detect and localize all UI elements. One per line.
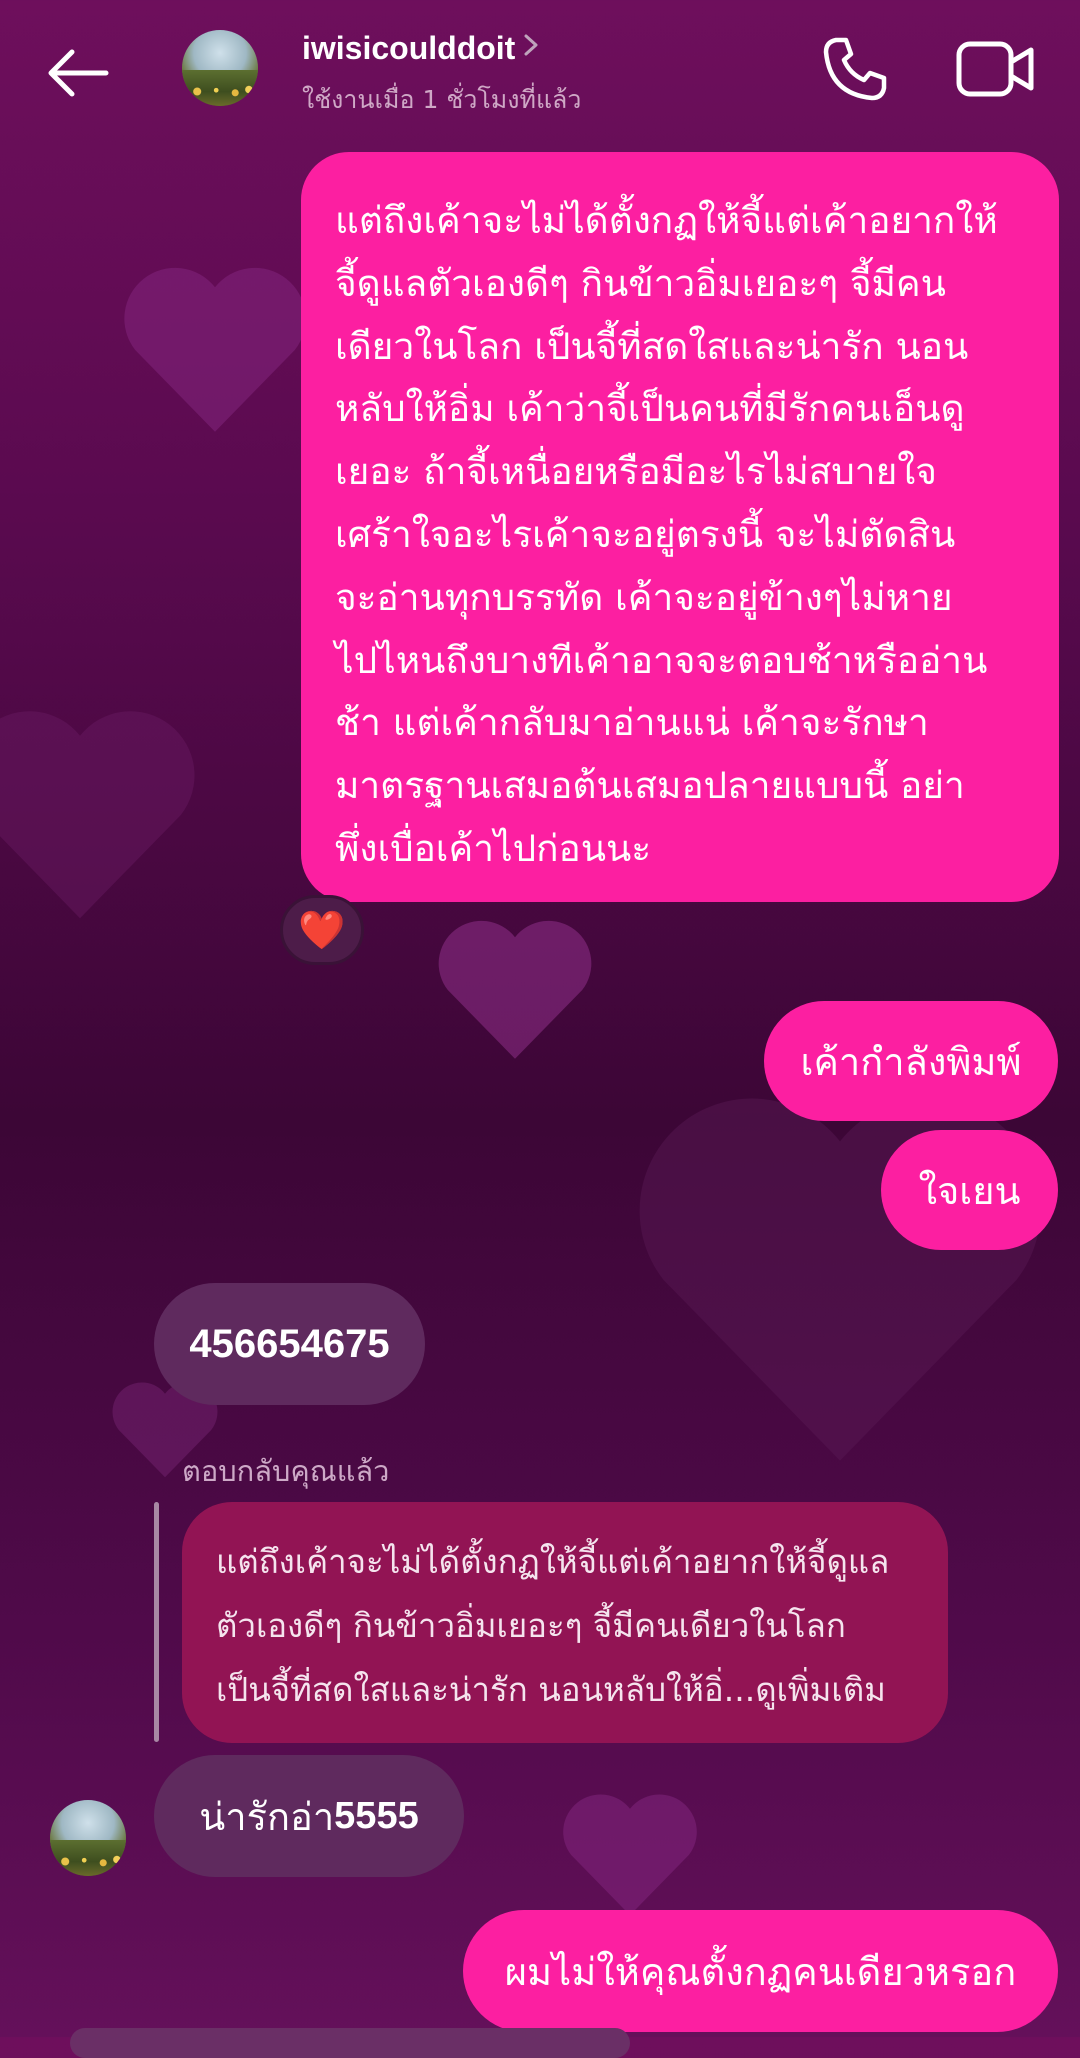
reaction-badge[interactable]: ❤️: [280, 895, 364, 965]
background-heart-icon: [124, 267, 306, 432]
quoted-message[interactable]: แต่ถึงเค้าจะไม่ได้ตั้งกฏให้จี้แต่เค้าอยา…: [182, 1502, 948, 1743]
message-bubble-received[interactable]: น่ารักอ่า 5555: [154, 1755, 464, 1877]
activity-status: ใช้งานเมื่อ 1 ชั่วโมงที่แล้ว: [302, 85, 582, 114]
message-bubble-sent[interactable]: เค้ากำลังพิมพ์: [764, 1001, 1058, 1121]
arrow-left-icon: [48, 49, 109, 97]
back-button[interactable]: [38, 38, 118, 108]
contact-avatar[interactable]: [182, 30, 258, 106]
background-heart-icon: [438, 920, 592, 1059]
background-heart-icon: [0, 711, 195, 919]
message-bubble-partial: [70, 2028, 630, 2058]
message-bubble-sent[interactable]: ใจเยน: [881, 1130, 1058, 1250]
chat-header: iwisicoulddoit ใช้งานเมื่อ 1 ชั่วโมงที่แ…: [0, 0, 1080, 150]
video-camera-icon: [956, 41, 1034, 97]
message-text: น่ารักอ่า: [199, 1794, 335, 1839]
message-bubble-sent[interactable]: แต่ถึงเค้าจะไม่ได้ตั้งกฏให้จี้แต่เค้าอยา…: [301, 152, 1059, 902]
reply-label: ตอบกลับคุณแล้ว: [182, 1454, 390, 1488]
phone-icon: [823, 37, 887, 101]
chevron-right-icon[interactable]: [520, 30, 542, 60]
message-bubble-received[interactable]: 456654675: [154, 1283, 425, 1405]
video-call-button[interactable]: [955, 38, 1035, 100]
contact-username[interactable]: iwisicoulddoit: [302, 30, 515, 67]
message-text-number: 5555: [334, 1794, 419, 1837]
reply-indicator-bar: [154, 1502, 159, 1742]
sender-avatar[interactable]: [50, 1800, 126, 1876]
voice-call-button[interactable]: [820, 34, 890, 104]
heart-reaction-icon: ❤️: [298, 908, 346, 952]
message-bubble-sent[interactable]: ผมไม่ให้คุณตั้งกฏคนเดียวหรอก: [463, 1910, 1058, 2032]
background-heart-icon: [563, 1794, 697, 1916]
